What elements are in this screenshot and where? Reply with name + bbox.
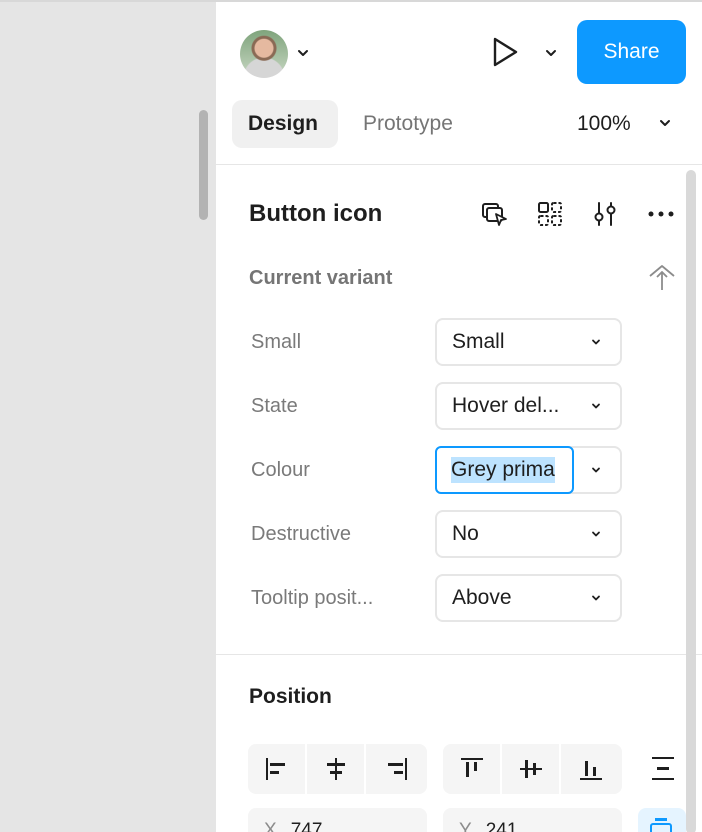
panel-tabs: Design Prototype 100% [216,100,702,164]
align-top-icon [460,758,483,777]
select-value: Above [452,586,512,609]
align-left-icon [265,758,285,780]
share-button[interactable]: Share [577,20,686,84]
y-label: Y [459,820,472,832]
selected-text: Grey prima [451,457,555,483]
component-title: Button icon [249,200,383,227]
tab-prototype[interactable]: Prototype [347,100,469,148]
chevron-down-icon [592,595,600,601]
prop-select-state[interactable]: Hover del... [435,382,622,430]
y-position-field[interactable]: Y 241 [443,808,622,832]
prop-label-destructive: Destructive [251,523,352,545]
prop-label-small: Small [251,331,302,353]
chevron-down-icon[interactable] [590,464,602,476]
prop-select-tooltip-position[interactable]: Above [435,574,622,622]
constraints-button[interactable] [638,808,686,832]
zoom-level[interactable]: 100% [577,100,631,148]
select-value: Small [452,330,505,353]
align-center-horizontal-icon [326,758,345,780]
canvas-area[interactable] [0,0,216,832]
chevron-down-icon[interactable] [544,46,558,60]
align-right-button[interactable] [366,744,425,794]
vertical-align-group [443,744,622,794]
align-center-horizontal-button[interactable] [307,744,366,794]
chevron-down-icon[interactable] [296,46,310,60]
x-position-field[interactable]: X 747 [248,808,427,832]
tab-design[interactable]: Design [232,100,338,148]
align-middle-icon [519,760,542,778]
align-bottom-button[interactable] [561,744,620,794]
chevron-down-icon [592,531,600,537]
divider [216,654,702,655]
avatar[interactable] [240,30,288,78]
distribute-icon[interactable] [648,754,678,784]
prop-label-tooltip-position: Tooltip posit... [251,587,374,609]
colour-input[interactable]: Grey prima [435,446,574,494]
constraints-icon [650,818,672,832]
select-value: No [452,522,479,545]
prop-select-destructive[interactable]: No [435,510,622,558]
canvas-scrollbar[interactable] [199,110,208,220]
chevron-down-icon [592,403,600,409]
chevron-down-icon [592,339,600,345]
toolbar: Share [216,2,702,100]
more-icon[interactable] [646,199,676,229]
push-changes-icon[interactable] [647,262,677,292]
go-to-main-component-icon[interactable] [480,199,510,229]
position-title: Position [249,685,332,708]
align-right-icon [387,758,407,780]
align-middle-button[interactable] [502,744,561,794]
adjust-icon[interactable] [590,199,620,229]
prop-select-small[interactable]: Small [435,318,622,366]
panel-scrollbar[interactable] [686,170,696,832]
instance-icon[interactable] [535,199,565,229]
x-value: 747 [290,820,323,832]
prop-label-state: State [251,395,298,417]
x-label: X [264,820,277,832]
align-top-button[interactable] [443,744,502,794]
select-value: Hover del... [452,394,560,417]
prop-combo-colour[interactable]: Grey prima [435,446,622,494]
play-icon[interactable] [490,36,520,68]
align-bottom-icon [579,761,602,780]
divider [216,164,702,165]
align-left-button[interactable] [248,744,307,794]
design-panel: Share Design Prototype 100% Button icon … [216,0,702,832]
current-variant-label: Current variant [249,267,393,289]
chevron-down-icon[interactable] [658,116,672,130]
y-value: 241 [485,820,518,832]
prop-label-colour: Colour [251,459,310,481]
horizontal-align-group [248,744,427,794]
